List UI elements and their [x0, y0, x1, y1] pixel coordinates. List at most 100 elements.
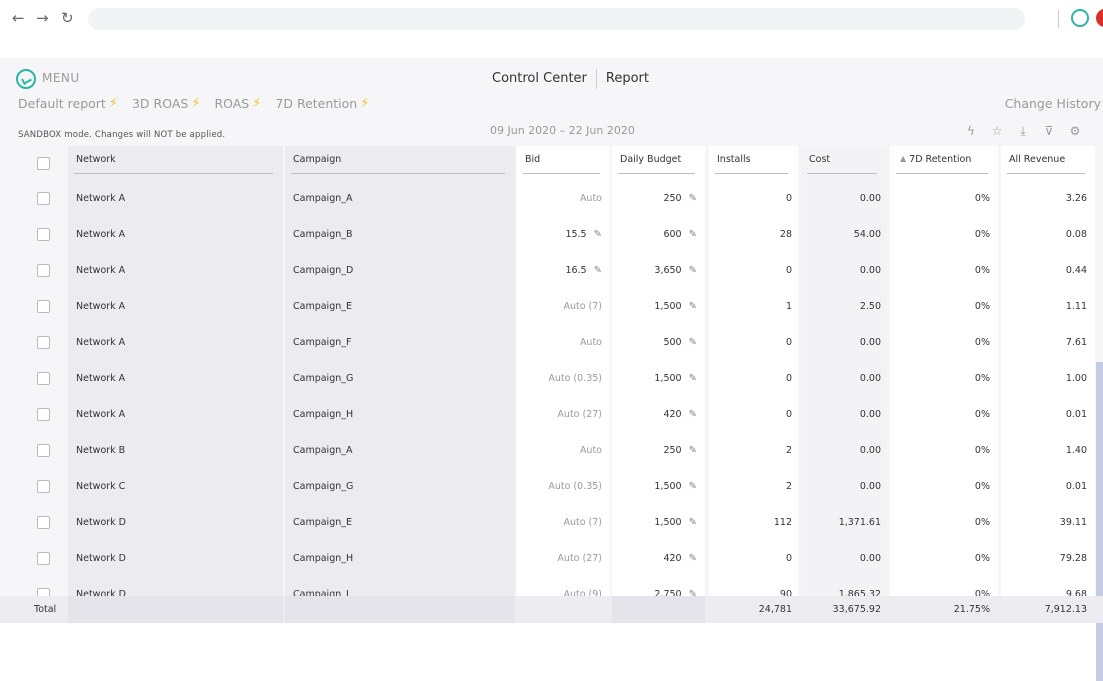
pencil-icon[interactable]: ✎ [689, 193, 697, 204]
row-checkbox[interactable] [36, 479, 50, 493]
bolt-icon[interactable]: ϟ [958, 122, 984, 140]
cell-network: Network A [68, 288, 283, 324]
col-bid[interactable]: Bid [517, 146, 610, 180]
cell-daily-budget[interactable]: 1,500 ✎ [612, 504, 705, 540]
row-checkbox[interactable] [36, 551, 50, 565]
gear-icon[interactable]: ⚙ [1062, 122, 1088, 140]
budget-value: 500 [663, 336, 682, 348]
select-all-checkbox[interactable] [36, 156, 50, 170]
pencil-icon[interactable]: ✎ [689, 373, 697, 384]
cell-7d-retention: 0% [890, 360, 998, 396]
pencil-icon[interactable]: ✎ [594, 265, 602, 276]
extension-icon[interactable] [1096, 9, 1103, 27]
address-bar[interactable] [88, 8, 1025, 30]
row-checkbox[interactable] [36, 191, 50, 205]
total-installs: 24,781 [709, 596, 798, 623]
cell-installs: 28 [709, 216, 798, 252]
row-checkbox[interactable] [36, 299, 50, 313]
cell-bid: Auto [517, 432, 610, 468]
cell-campaign: Campaign_D [285, 252, 515, 288]
cell-campaign: Campaign_B [285, 216, 515, 252]
total-row: Total 24,781 33,675.92 21.75% 7,912.13 [0, 596, 1103, 623]
cell-daily-budget[interactable]: 600 ✎ [612, 216, 705, 252]
cell-bid[interactable]: 16.5 ✎ [517, 252, 610, 288]
date-range-picker[interactable]: 09 Jun 2020 – 22 Jun 2020 [490, 124, 635, 137]
row-checkbox[interactable] [36, 227, 50, 241]
col-daily-budget[interactable]: Daily Budget [612, 146, 705, 180]
cell-daily-budget[interactable]: 420 ✎ [612, 540, 705, 576]
tab-control-center[interactable]: Control Center [492, 69, 597, 89]
menu-logo-icon[interactable] [16, 69, 36, 89]
cell-bid[interactable]: 15.5 ✎ [517, 216, 610, 252]
row-checkbox[interactable] [36, 371, 50, 385]
pencil-icon[interactable]: ✎ [689, 481, 697, 492]
table-row: Network A Campaign_B 15.5 ✎ 600 ✎ 28 54.00 0% 0.0… [0, 216, 1103, 252]
budget-value: 1,500 [654, 516, 682, 528]
cell-daily-budget[interactable]: 250 ✎ [612, 432, 705, 468]
cell-7d-retention: 0% [890, 468, 998, 504]
pencil-icon[interactable]: ✎ [689, 553, 697, 564]
row-checkbox[interactable] [36, 335, 50, 349]
sort-asc-icon: ▲ [900, 154, 907, 163]
col-label: Daily Budget [620, 154, 682, 165]
report-label: 3D ROAS [131, 96, 189, 111]
cell-daily-budget[interactable]: 500 ✎ [612, 324, 705, 360]
cell-network: Network A [68, 360, 283, 396]
col-campaign[interactable]: Campaign [285, 146, 515, 180]
star-add-icon[interactable]: ☆ [984, 122, 1010, 140]
pencil-icon[interactable]: ✎ [689, 265, 697, 276]
cell-bid: Auto (7) [517, 288, 610, 324]
row-checkbox[interactable] [36, 443, 50, 457]
col-network[interactable]: Network [68, 146, 283, 180]
filter-icon[interactable]: ⊽ [1036, 122, 1062, 140]
col-cost[interactable]: Cost [801, 146, 887, 180]
col-7d-retention[interactable]: ▲ 7D Retention [890, 146, 998, 180]
cell-daily-budget[interactable]: 3,650 ✎ [612, 252, 705, 288]
cell-daily-budget[interactable]: 1,500 ✎ [612, 288, 705, 324]
row-checkbox[interactable] [36, 515, 50, 529]
menu-button[interactable]: MENU [42, 71, 80, 85]
budget-value: 250 [663, 192, 682, 204]
cell-campaign: Campaign_A [285, 180, 515, 216]
row-check-cell [22, 180, 64, 216]
cell-daily-budget[interactable]: 420 ✎ [612, 396, 705, 432]
app-container: MENU Control Center Report Default repor… [0, 58, 1103, 681]
bolt-icon: ⚡ [252, 96, 262, 111]
extension-logo-icon[interactable] [1071, 9, 1089, 27]
reload-icon[interactable]: ↻ [61, 9, 74, 27]
table-scrollbar[interactable] [1096, 362, 1103, 681]
report-7d-retention[interactable]: 7D Retention ⚡ [275, 96, 369, 111]
report-3d-roas[interactable]: 3D ROAS ⚡ [132, 96, 200, 111]
pencil-icon[interactable]: ✎ [689, 337, 697, 348]
cell-daily-budget[interactable]: 1,500 ✎ [612, 360, 705, 396]
total-retention: 21.75% [890, 596, 998, 623]
col-installs[interactable]: Installs [709, 146, 798, 180]
cell-bid: Auto (27) [517, 540, 610, 576]
cell-network: Network A [68, 324, 283, 360]
download-icon[interactable]: ⤓ [1010, 122, 1036, 140]
pencil-icon[interactable]: ✎ [689, 229, 697, 240]
pencil-icon[interactable]: ✎ [689, 445, 697, 456]
row-check-cell [22, 396, 64, 432]
back-arrow-icon[interactable]: ← [12, 9, 25, 27]
col-all-revenue[interactable]: All Revenue [1001, 146, 1095, 180]
tab-report[interactable]: Report [597, 69, 658, 89]
cell-cost: 54.00 [801, 216, 887, 252]
row-checkbox[interactable] [36, 263, 50, 277]
report-roas[interactable]: ROAS ⚡ [214, 96, 261, 111]
report-default[interactable]: Default report ⚡ [18, 96, 118, 111]
cell-network: Network A [68, 252, 283, 288]
col-label: 7D Retention [909, 154, 972, 165]
change-history-link[interactable]: Change History [1005, 96, 1101, 111]
pencil-icon[interactable]: ✎ [689, 301, 697, 312]
cell-installs: 0 [709, 540, 798, 576]
row-checkbox[interactable] [36, 407, 50, 421]
pencil-icon[interactable]: ✎ [594, 229, 602, 240]
pencil-icon[interactable]: ✎ [689, 517, 697, 528]
forward-arrow-icon[interactable]: → [36, 9, 49, 27]
cell-daily-budget[interactable]: 1,500 ✎ [612, 468, 705, 504]
cell-daily-budget[interactable]: 250 ✎ [612, 180, 705, 216]
pencil-icon[interactable]: ✎ [689, 409, 697, 420]
cell-installs: 1 [709, 288, 798, 324]
cell-all-revenue: 3.26 [1001, 180, 1095, 216]
